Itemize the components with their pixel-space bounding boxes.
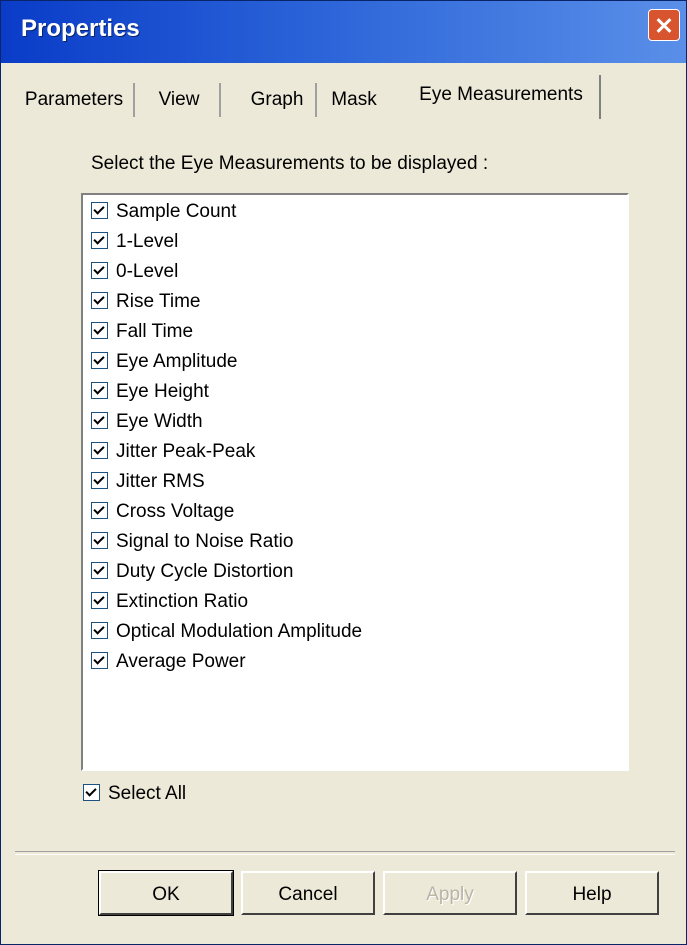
tab-view[interactable]: View (139, 83, 221, 117)
list-item[interactable]: Signal to Noise Ratio (91, 531, 293, 559)
list-item[interactable]: Extinction Ratio (91, 591, 248, 619)
checkbox-icon[interactable] (91, 201, 108, 219)
list-item-label: Optical Modulation Amplitude (116, 621, 363, 642)
tab-parameters[interactable]: Parameters (15, 83, 135, 117)
list-item[interactable]: Fall Time (91, 321, 193, 349)
checkbox-icon[interactable] (91, 591, 108, 609)
checkbox-icon[interactable] (91, 321, 108, 339)
tab-parameters-label: Parameters (24, 89, 124, 110)
list-item[interactable]: Sample Count (91, 201, 236, 229)
close-icon[interactable] (648, 9, 680, 41)
list-item-label: Jitter RMS (116, 471, 205, 492)
checkbox-icon[interactable] (91, 261, 108, 279)
instruction-text: Select the Eye Measurements to be displa… (91, 153, 489, 174)
list-item[interactable]: Jitter Peak-Peak (91, 441, 255, 469)
list-item[interactable]: Eye Height (91, 381, 209, 409)
list-item-label: Sample Count (116, 201, 237, 222)
tab-strip: Parameters View Graph Mask Eye Measureme… (15, 75, 675, 119)
tab-view-label: View (158, 89, 200, 110)
list-item-label: Average Power (116, 651, 246, 672)
list-item[interactable]: Rise Time (91, 291, 200, 319)
checkbox-icon[interactable] (91, 471, 108, 489)
list-item-label: Rise Time (116, 291, 201, 312)
list-item-label: Eye Width (116, 411, 203, 432)
list-item[interactable]: Duty Cycle Distortion (91, 561, 293, 589)
checkbox-icon[interactable] (91, 291, 108, 309)
list-item[interactable]: 0-Level (91, 261, 178, 289)
window-title: Properties (21, 15, 140, 42)
list-item-label: Duty Cycle Distortion (116, 561, 294, 582)
select-all-label: Select All (108, 783, 187, 804)
list-item-label: Eye Amplitude (116, 351, 238, 372)
checkbox-icon[interactable] (91, 531, 108, 549)
tab-graph-label: Graph (250, 89, 304, 110)
checkbox-icon[interactable] (91, 651, 108, 669)
list-item-label: 1-Level (116, 231, 179, 252)
checkbox-icon[interactable] (91, 381, 108, 399)
tab-mask-label: Mask (331, 89, 377, 110)
list-item[interactable]: Optical Modulation Amplitude (91, 621, 362, 649)
list-item[interactable]: Average Power (91, 651, 246, 679)
list-item[interactable]: 1-Level (91, 231, 178, 259)
list-item-label: 0-Level (116, 261, 179, 282)
checkbox-icon[interactable] (91, 351, 108, 369)
tab-mask[interactable]: Mask (321, 83, 387, 117)
checkbox-icon[interactable] (91, 231, 108, 249)
apply-button[interactable]: Apply (383, 871, 517, 915)
list-item[interactable]: Eye Amplitude (91, 351, 237, 379)
list-item[interactable]: Cross Voltage (91, 501, 234, 529)
checkbox-icon[interactable] (91, 411, 108, 429)
checkbox-icon[interactable] (91, 561, 108, 579)
list-item-label: Extinction Ratio (116, 591, 249, 612)
list-item-label: Jitter Peak-Peak (116, 441, 256, 462)
checkbox-icon[interactable] (91, 441, 108, 459)
list-item-label: Signal to Noise Ratio (116, 531, 294, 552)
help-button[interactable]: Help (525, 871, 659, 915)
measurements-list[interactable]: Sample Count 1-Level 0-Level Rise Time F… (81, 193, 629, 771)
divider (15, 851, 675, 855)
tab-eye-measurements[interactable]: Eye Measurements (403, 75, 601, 119)
list-item-label: Fall Time (116, 321, 194, 342)
list-item-label: Eye Height (116, 381, 209, 402)
checkbox-icon[interactable] (91, 501, 108, 519)
list-item[interactable]: Jitter RMS (91, 471, 205, 499)
list-item-label: Cross Voltage (116, 501, 235, 522)
list-item[interactable]: Eye Width (91, 411, 203, 439)
checkbox-icon[interactable] (91, 621, 108, 639)
tab-graph[interactable]: Graph (239, 83, 317, 117)
cancel-button[interactable]: Cancel (241, 871, 375, 915)
tab-eye-measurements-label: Eye Measurements (419, 84, 583, 105)
ok-button[interactable]: OK (98, 870, 234, 916)
select-all-checkbox[interactable]: Select All (83, 783, 186, 805)
properties-dialog: Properties Parameters View Graph Mask Ey… (0, 0, 687, 945)
checkbox-icon[interactable] (83, 783, 100, 801)
title-bar[interactable]: Properties (1, 1, 686, 63)
